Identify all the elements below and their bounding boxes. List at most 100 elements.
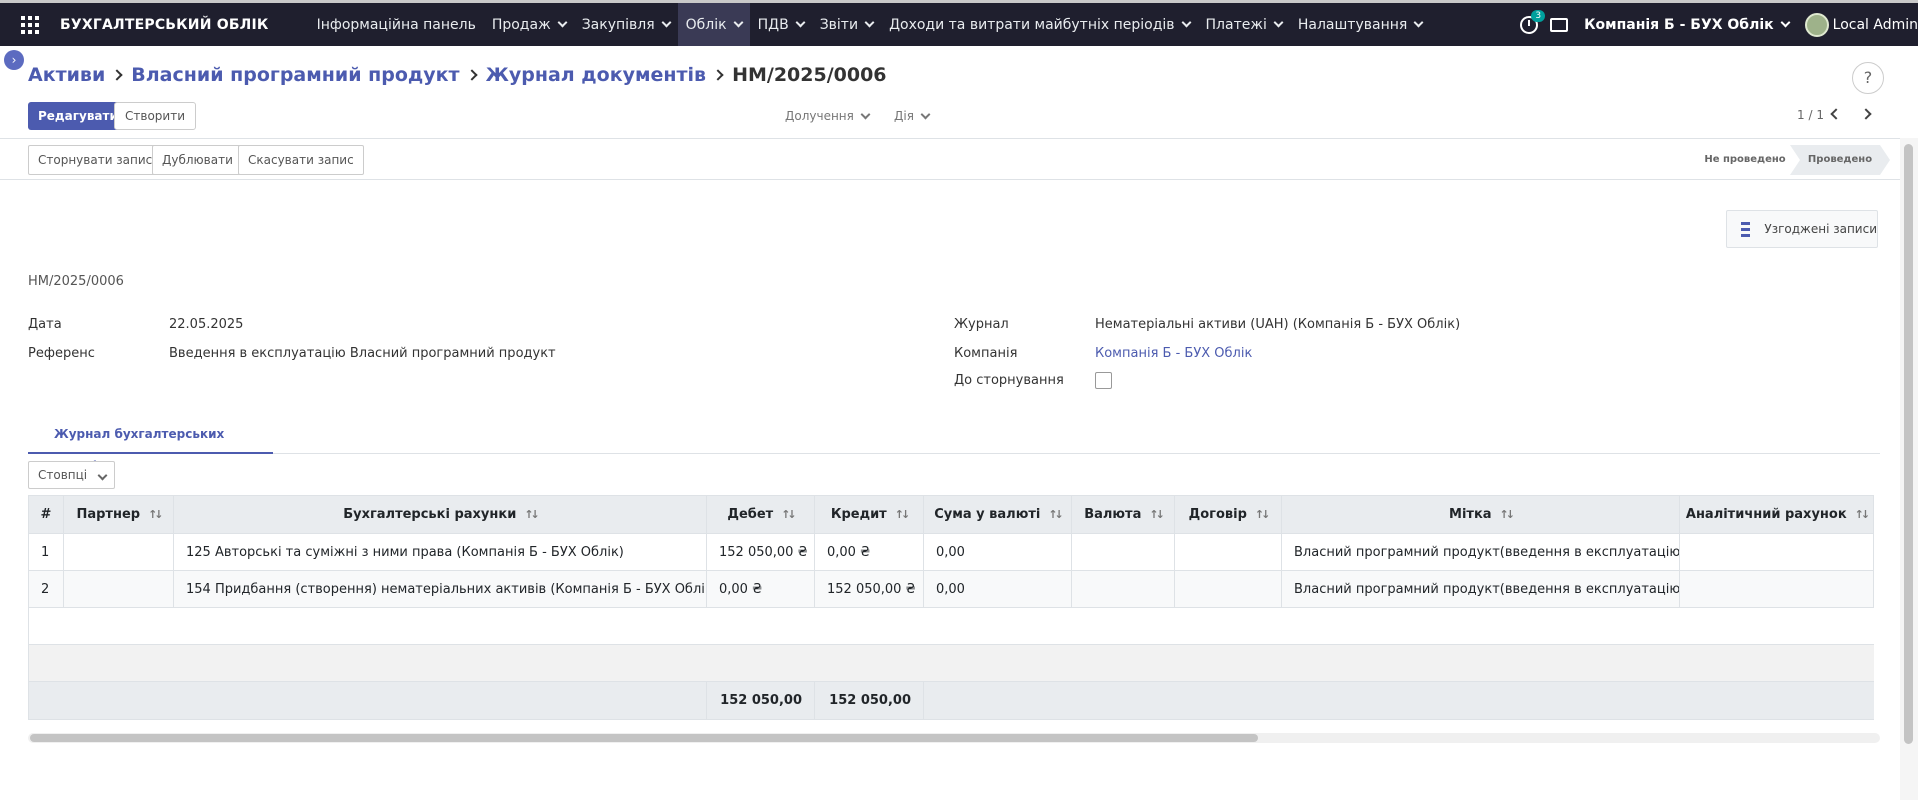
edit-button[interactable]: Редагувати — [28, 102, 128, 130]
cell-analytic[interactable] — [1679, 533, 1874, 571]
cell-account[interactable]: 154 Придбання (створення) нематеріальних… — [173, 570, 707, 608]
reference-label: Референс — [28, 346, 95, 361]
menu-item-purchase[interactable]: Закупівля — [574, 3, 678, 46]
column-header-amount-currency[interactable]: Сума у валюті ↑↓ — [923, 495, 1072, 534]
cell-currency[interactable] — [1071, 533, 1175, 571]
sort-icon: ↑↓ — [1149, 508, 1165, 521]
status-bar: Сторнувати запис Дублювати Скасувати зап… — [0, 138, 1900, 180]
menu-item-accounting[interactable]: Облік — [677, 3, 750, 46]
menu-item-dashboard[interactable]: Інформаційна панель — [309, 3, 484, 46]
breadcrumb-assets[interactable]: Активи — [28, 64, 105, 86]
horizontal-scrollbar[interactable] — [28, 733, 1880, 743]
sort-icon: ↑↓ — [1499, 508, 1516, 521]
page-title: НМ/2025/0006 — [732, 64, 887, 86]
cell-amount-currency[interactable]: 0,00 — [923, 570, 1072, 608]
column-header-currency[interactable]: Валюта ↑↓ — [1071, 495, 1175, 534]
cell-contract[interactable] — [1174, 533, 1282, 571]
table-row[interactable]: 1 125 Авторські та суміжні з ними права … — [28, 533, 1874, 571]
table-row[interactable]: 2 154 Придбання (створення) нематеріальн… — [28, 570, 1874, 608]
cell-credit[interactable]: 0,00 ₴ — [814, 533, 924, 571]
cell-contract[interactable] — [1174, 570, 1282, 608]
column-header-partner[interactable]: Партнер ↑↓ — [63, 495, 174, 534]
total-debit: 152 050,00 — [706, 681, 815, 720]
cell-debit[interactable]: 152 050,00 ₴ — [706, 533, 815, 571]
avatar — [1804, 12, 1829, 37]
column-header-account[interactable]: Бухгалтерські рахунки ↑↓ — [173, 495, 707, 534]
column-header-label[interactable]: Мітка ↑↓ — [1281, 495, 1680, 534]
cell-number: 2 — [28, 570, 64, 608]
cell-credit[interactable]: 152 050,00 ₴ — [814, 570, 924, 608]
chevron-down-icon — [864, 17, 875, 28]
navbar-systray: 3 Компанія Б - БУХ Облік Local Admin — [1520, 3, 1918, 46]
column-header-debit[interactable]: Дебет ↑↓ — [706, 495, 815, 534]
menu-item-deferred[interactable]: Доходи та витрати майбутніх періодів — [881, 3, 1197, 46]
create-button[interactable]: Створити — [114, 102, 196, 130]
cell-currency[interactable] — [1071, 570, 1175, 608]
sort-icon: ↑↓ — [894, 508, 911, 521]
chevron-right-icon[interactable]: › — [4, 50, 24, 70]
menu-item-sales[interactable]: Продаж — [484, 3, 574, 46]
user-menu[interactable]: Local Admin — [1804, 12, 1918, 37]
activity-clock-icon[interactable]: 3 — [1520, 9, 1546, 34]
top-navbar: БУХГАЛТЕРСЬКИЙ ОБЛІК Інформаційна панель… — [0, 0, 1918, 46]
sort-icon: ↑↓ — [1254, 508, 1271, 521]
cell-partner[interactable] — [63, 533, 174, 571]
apps-menu-icon[interactable] — [0, 3, 60, 46]
menu-item-payments[interactable]: Платежі — [1198, 3, 1290, 46]
column-header-contract[interactable]: Договір ↑↓ — [1174, 495, 1282, 534]
chevron-left-icon[interactable] — [1830, 108, 1842, 120]
chevron-down-icon — [557, 17, 568, 28]
chat-icon[interactable] — [1550, 17, 1569, 32]
cell-account[interactable]: 125 Авторські та суміжні з ними права (К… — [173, 533, 707, 571]
chevron-down-icon — [1181, 17, 1191, 28]
cell-label[interactable]: Власний програмний продукт(введення в ек… — [1281, 570, 1680, 608]
vertical-scrollbar[interactable] — [1900, 138, 1918, 800]
attachments-dropdown[interactable]: Долучення — [785, 109, 871, 123]
cell-debit[interactable]: 0,00 ₴ — [706, 570, 815, 608]
menu-item-vat[interactable]: ПДВ — [750, 3, 812, 46]
chevron-right-icon[interactable] — [1860, 108, 1872, 120]
pager-value[interactable]: 1 / 1 — [1797, 108, 1824, 122]
cancel-entry-button[interactable]: Скасувати запис — [238, 145, 364, 175]
action-dropdown[interactable]: Дія — [894, 109, 931, 123]
menu-item-reports[interactable]: Звіти — [812, 3, 881, 46]
cell-amount-currency[interactable]: 0,00 — [923, 533, 1072, 571]
reverse-entry-button[interactable]: Сторнувати запис — [28, 145, 163, 175]
help-button[interactable]: ? — [1852, 62, 1884, 94]
duplicate-button[interactable]: Дублювати — [152, 145, 243, 175]
cell-analytic[interactable] — [1679, 570, 1874, 608]
journal-field[interactable]: Нематеріальні активи (UAH) (Компанія Б -… — [1095, 317, 1460, 332]
chevron-down-icon — [795, 17, 806, 28]
sort-icon: ↑↓ — [524, 508, 540, 521]
breadcrumb-software-product[interactable]: Власний програмний продукт — [131, 64, 459, 86]
date-label: Дата — [28, 317, 62, 332]
menu-item-settings[interactable]: Налаштування — [1290, 3, 1430, 46]
column-header-credit[interactable]: Кредит ↑↓ — [814, 495, 924, 534]
reference-field[interactable]: Введення в експлуатацію Власний програмн… — [169, 346, 556, 361]
sort-icon: ↑↓ — [148, 508, 164, 521]
total-credit: 152 050,00 — [814, 681, 924, 720]
to-reverse-checkbox[interactable] — [1095, 372, 1112, 389]
company-switcher[interactable]: Компанія Б - БУХ Облік — [1584, 17, 1791, 33]
chevron-down-icon — [97, 470, 108, 481]
app-brand[interactable]: БУХГАЛТЕРСЬКИЙ ОБЛІК — [60, 17, 269, 33]
breadcrumb-journal-documents[interactable]: Журнал документів — [486, 64, 707, 86]
cell-partner[interactable] — [63, 570, 174, 608]
scroll-thumb[interactable] — [1904, 144, 1913, 744]
activity-badge: 3 — [1531, 9, 1546, 22]
tab-journal-items[interactable]: Журнал бухгалтерських записів — [28, 418, 273, 473]
company-label: Компанія — [954, 346, 1018, 361]
company-link[interactable]: Компанія Б - БУХ Облік — [1095, 346, 1252, 361]
stage-draft[interactable]: Не проведено — [1700, 145, 1790, 175]
reconciled-entries-button[interactable]: Узгоджені записи — [1726, 210, 1878, 248]
column-header-analytic[interactable]: Аналітичний рахунок ↑↓ — [1679, 495, 1874, 534]
chevron-right-icon — [712, 69, 724, 81]
to-reverse-label: До сторнування — [954, 373, 1064, 388]
stage-posted[interactable]: Проведено — [1790, 145, 1890, 175]
cell-label[interactable]: Власний програмний продукт(введення в ек… — [1281, 533, 1680, 571]
date-field[interactable]: 22.05.2025 — [169, 317, 243, 332]
scroll-thumb[interactable] — [30, 734, 1258, 742]
chevron-down-icon — [661, 17, 672, 28]
chevron-down-icon — [1413, 17, 1424, 28]
columns-dropdown[interactable]: Стовпці — [28, 461, 115, 489]
